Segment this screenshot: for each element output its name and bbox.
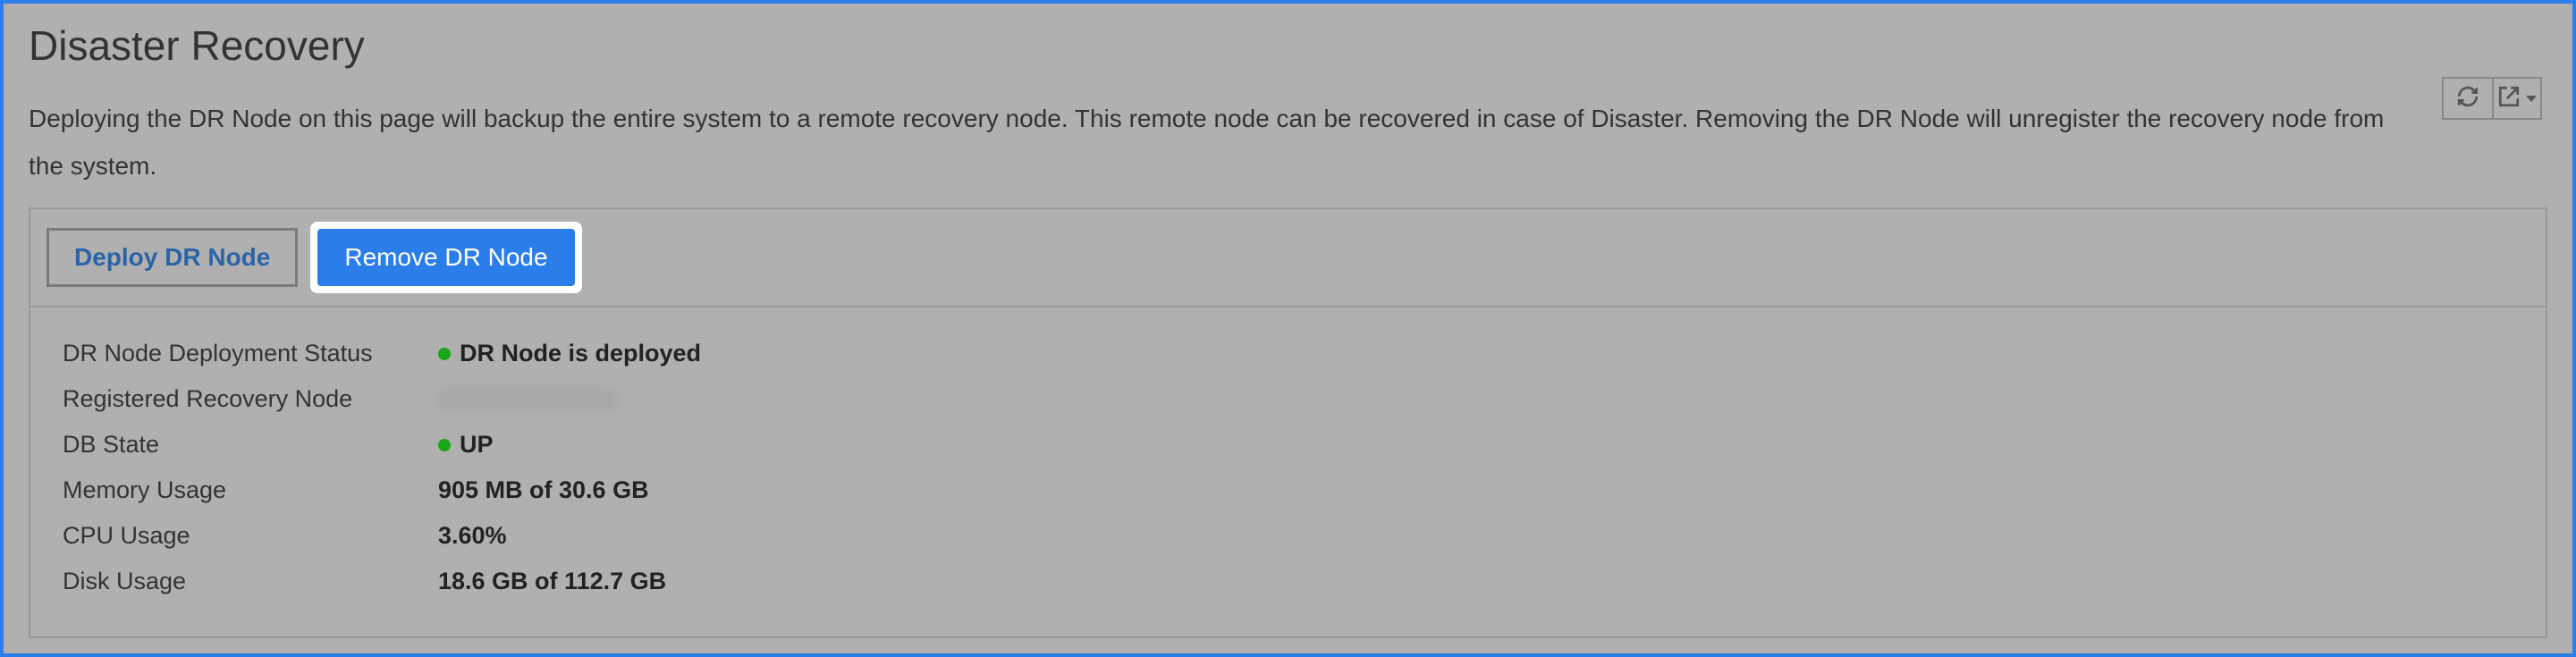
content-panel: Deploy DR Node Remove DR Node DR Node De… [29, 207, 2547, 638]
status-text: UP [460, 431, 494, 459]
status-value: 18.6 GB of 112.7 GB [438, 568, 666, 595]
status-value: 3.60% [438, 522, 507, 550]
status-row-disk: Disk Usage 18.6 GB of 112.7 GB [63, 559, 2513, 604]
redacted-value [438, 388, 617, 411]
status-dot-green-icon [438, 439, 451, 451]
status-label: DR Node Deployment Status [63, 340, 438, 367]
status-row-deployment: DR Node Deployment Status DR Node is dep… [63, 331, 2513, 376]
caret-down-icon [2526, 96, 2537, 102]
export-dropdown-button[interactable] [2492, 79, 2540, 118]
export-icon [2497, 85, 2521, 113]
remove-button-highlight: Remove DR Node [310, 222, 581, 293]
remove-dr-node-button[interactable]: Remove DR Node [317, 229, 574, 286]
status-label: DB State [63, 431, 438, 459]
status-label: Disk Usage [63, 568, 438, 595]
status-row-recovery-node: Registered Recovery Node [63, 376, 2513, 422]
status-list: DR Node Deployment Status DR Node is dep… [30, 307, 2546, 636]
top-right-actions [2442, 77, 2542, 120]
status-row-memory: Memory Usage 905 MB of 30.6 GB [63, 467, 2513, 513]
status-value: UP [438, 431, 494, 459]
status-label: Registered Recovery Node [63, 385, 438, 413]
deploy-dr-node-button[interactable]: Deploy DR Node [46, 228, 298, 287]
status-label: CPU Usage [63, 522, 438, 550]
refresh-button[interactable] [2444, 79, 2492, 118]
status-value: 905 MB of 30.6 GB [438, 476, 649, 504]
toolbar: Deploy DR Node Remove DR Node [30, 209, 2546, 307]
status-text: DR Node is deployed [460, 340, 701, 367]
page-title: Disaster Recovery [29, 21, 2547, 70]
page-frame: Disaster Recovery Depl [0, 0, 2576, 657]
status-label: Memory Usage [63, 476, 438, 504]
refresh-icon [2456, 85, 2479, 113]
status-row-db-state: DB State UP [63, 422, 2513, 467]
status-value: DR Node is deployed [438, 340, 701, 367]
status-dot-green-icon [438, 348, 451, 360]
page-description: Deploying the DR Node on this page will … [29, 95, 2398, 190]
status-row-cpu: CPU Usage 3.60% [63, 513, 2513, 559]
status-value [438, 388, 617, 411]
